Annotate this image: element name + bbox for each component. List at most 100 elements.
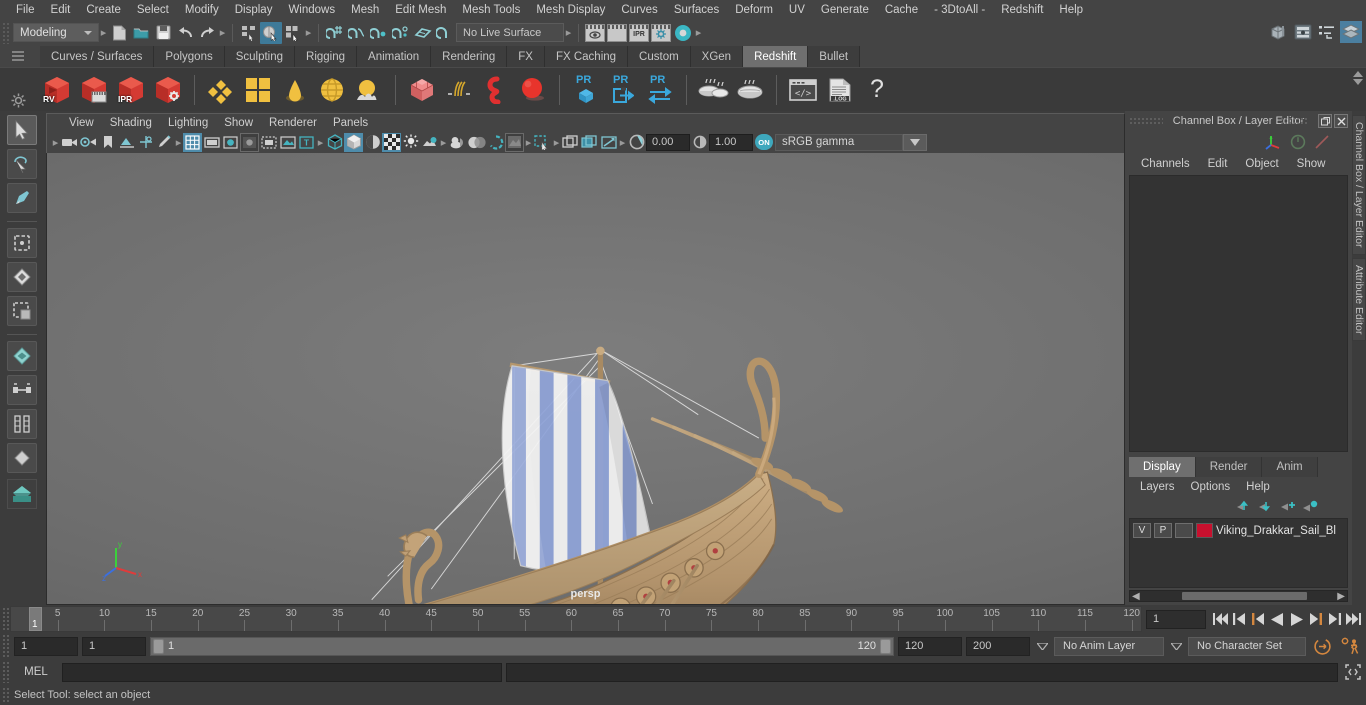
viewport-menu-show[interactable]: Show xyxy=(216,117,261,129)
manipulator-axis-icon[interactable] xyxy=(1265,134,1282,150)
status-section-collapse-5[interactable]: ▸ xyxy=(694,23,703,43)
go-to-start-button[interactable] xyxy=(1212,609,1229,629)
animation-preferences-button[interactable] xyxy=(1338,635,1362,657)
viewport-bar-collapse-6[interactable]: ▸ xyxy=(552,132,561,152)
viewport-menu-view[interactable]: View xyxy=(61,117,102,129)
camera-attributes-icon[interactable] xyxy=(79,133,98,152)
menu-3dtoall[interactable]: - 3DtoAll - xyxy=(926,0,993,20)
gamma-field[interactable]: 1.00 xyxy=(709,133,753,151)
shelf-tab-animation[interactable]: Animation xyxy=(357,46,432,67)
lasso-select-tool-button[interactable] xyxy=(7,149,37,179)
character-set-field[interactable]: No Character Set xyxy=(1188,636,1306,656)
paint-select-tool-button[interactable] xyxy=(7,183,37,213)
shelf-icon-redshift-proxy[interactable] xyxy=(405,73,439,107)
use-all-lights-icon[interactable] xyxy=(420,133,439,152)
shelf-icon-redshift-ipr[interactable]: IPR xyxy=(114,73,148,107)
menu-edit[interactable]: Edit xyxy=(43,0,79,20)
range-end-handle[interactable] xyxy=(880,638,891,654)
channel-box-menu-edit[interactable]: Edit xyxy=(1200,158,1236,170)
snap-to-view-planes-button[interactable] xyxy=(412,22,434,44)
shelf-icon-redshift-render-sequence[interactable] xyxy=(77,73,111,107)
tab-display[interactable]: Display xyxy=(1129,456,1196,477)
menu-create[interactable]: Create xyxy=(78,0,129,20)
menu-help[interactable]: Help xyxy=(1051,0,1091,20)
time-slider-track[interactable]: 1 5 10 15 20 25 30 35 40 45 50 55 60 65 70 75 80 85 90 95 1… xyxy=(10,606,1142,632)
live-surface-field[interactable]: No Live Surface xyxy=(456,23,564,42)
menu-mesh-display[interactable]: Mesh Display xyxy=(528,0,613,20)
shelf-icon-redshift-volume[interactable] xyxy=(479,73,513,107)
help-line-grip[interactable] xyxy=(2,687,10,703)
shelf-icon-redshift-environment[interactable] xyxy=(352,73,386,107)
safe-title-icon[interactable] xyxy=(278,133,297,152)
show-hud-text-icon[interactable]: T xyxy=(297,133,316,152)
menu-file[interactable]: File xyxy=(8,0,43,20)
shelf-icon-redshift-proxy-swap[interactable]: PR xyxy=(643,73,677,107)
menu-curves[interactable]: Curves xyxy=(613,0,665,20)
scroll-right-icon[interactable]: ▶ xyxy=(1337,591,1347,602)
menu-generate[interactable]: Generate xyxy=(813,0,877,20)
rotate-tool-button[interactable] xyxy=(7,262,37,292)
select-by-component-type-button[interactable] xyxy=(282,22,304,44)
menu-edit-mesh[interactable]: Edit Mesh xyxy=(387,0,454,20)
bookmark-icon[interactable] xyxy=(98,133,117,152)
hypershade-button[interactable] xyxy=(672,22,694,44)
move-layer-up-icon[interactable] xyxy=(1236,500,1252,512)
menu-modify[interactable]: Modify xyxy=(177,0,227,20)
anim-end-time-field[interactable]: 200 xyxy=(966,636,1030,656)
go-to-end-button[interactable] xyxy=(1345,609,1362,629)
time-slider-grip[interactable] xyxy=(2,607,10,631)
shelf-scroll-up-icon[interactable] xyxy=(1353,71,1363,77)
scroll-left-icon[interactable]: ◀ xyxy=(1130,591,1140,602)
snap-to-projected-center-button[interactable] xyxy=(390,22,412,44)
anim-start-time-field[interactable]: 1 xyxy=(14,636,78,656)
color-space-dropdown-icon[interactable] xyxy=(903,133,927,151)
shelf-icon-redshift-render-view[interactable]: RV xyxy=(40,73,74,107)
grease-pencil-icon[interactable] xyxy=(155,133,174,152)
undock-panel-button[interactable] xyxy=(1318,114,1332,128)
channel-box-menu-show[interactable]: Show xyxy=(1289,158,1334,170)
command-line-grip[interactable] xyxy=(2,661,10,683)
viewport-bar-collapse-2[interactable]: ▸ xyxy=(174,132,183,152)
display-layer-list[interactable]: V P Viking_Drakkar_Sail_Bl xyxy=(1129,518,1348,588)
script-editor-button[interactable] xyxy=(1342,661,1364,683)
select-by-hierarchy-button[interactable] xyxy=(238,22,260,44)
menu-windows[interactable]: Windows xyxy=(280,0,343,20)
gamma-icon[interactable] xyxy=(690,133,709,152)
gate-mask-icon[interactable] xyxy=(240,132,259,152)
show-grid-icon[interactable] xyxy=(183,132,202,152)
step-forward-frame-button[interactable] xyxy=(1307,609,1324,629)
isolate-select-icon[interactable] xyxy=(533,133,552,152)
menu-cache[interactable]: Cache xyxy=(877,0,926,20)
select-camera-icon[interactable] xyxy=(60,133,79,152)
play-forwards-button[interactable] xyxy=(1288,609,1305,629)
shelf-tab-curves-surfaces[interactable]: Curves / Surfaces xyxy=(40,46,155,67)
range-start-handle[interactable] xyxy=(153,638,164,654)
shelf-icon-redshift-light-dome[interactable] xyxy=(278,73,312,107)
layer-color-swatch[interactable] xyxy=(1196,523,1213,538)
shelf-icon-redshift-bake[interactable] xyxy=(696,73,730,107)
status-section-collapse-1[interactable]: ▸ xyxy=(99,23,108,43)
channel-box-menu-channels[interactable]: Channels xyxy=(1133,158,1198,170)
snap-to-point-button[interactable] xyxy=(368,22,390,44)
viewport-bar-collapse-3[interactable]: ▸ xyxy=(316,132,325,152)
channel-box-attribute-list[interactable] xyxy=(1129,175,1348,452)
menu-redshift[interactable]: Redshift xyxy=(993,0,1051,20)
undo-button[interactable] xyxy=(174,22,196,44)
show-hide-attribute-editor-button[interactable] xyxy=(1292,21,1314,43)
play-backwards-button[interactable] xyxy=(1269,609,1286,629)
layer-shading-toggle[interactable] xyxy=(1175,523,1193,538)
playback-end-time-field[interactable]: 120 xyxy=(898,636,962,656)
playback-start-time-field[interactable]: 1 xyxy=(82,636,146,656)
menu-display[interactable]: Display xyxy=(227,0,281,20)
xray-active-components-icon[interactable] xyxy=(599,133,618,152)
side-tab-attribute-editor[interactable]: Attribute Editor xyxy=(1352,257,1366,341)
layer-menu-help[interactable]: Help xyxy=(1239,481,1277,493)
save-scene-button[interactable] xyxy=(152,22,174,44)
safe-action-icon[interactable] xyxy=(259,133,278,152)
status-section-collapse-4[interactable]: ▸ xyxy=(564,23,573,43)
channel-box-menu-object[interactable]: Object xyxy=(1237,158,1286,170)
shelf-icon-redshift-render-settings[interactable] xyxy=(151,73,185,107)
shelf-tab-polygons[interactable]: Polygons xyxy=(154,46,225,67)
panel-grip-right[interactable] xyxy=(1280,117,1308,125)
select-by-object-type-button[interactable] xyxy=(260,21,282,44)
